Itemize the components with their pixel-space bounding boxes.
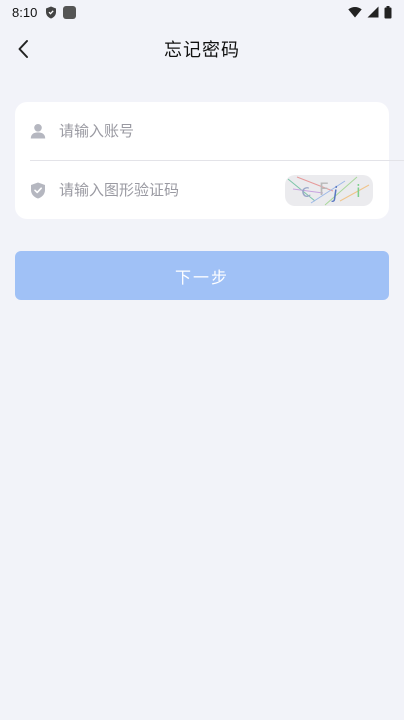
cell-signal-icon	[367, 6, 379, 18]
account-input[interactable]	[59, 116, 279, 146]
app-notification-icon	[63, 5, 77, 19]
status-time: 8:10	[12, 4, 38, 20]
shield-notification-icon	[46, 6, 57, 18]
status-notification-icons	[45, 5, 77, 19]
captcha-row: c F j i	[15, 161, 389, 219]
battery-icon	[384, 5, 392, 18]
user-icon	[29, 122, 47, 140]
captcha-input[interactable]	[59, 175, 279, 205]
status-system-icons	[348, 5, 392, 19]
wifi-icon	[348, 7, 362, 18]
back-button[interactable]	[6, 32, 40, 66]
captcha-char: F	[319, 180, 329, 200]
captcha-char: c	[299, 181, 312, 203]
form-card: c F j i	[15, 102, 404, 219]
status-bar: 8:10	[0, 0, 404, 24]
account-row	[15, 102, 389, 160]
captcha-char: i	[356, 182, 361, 202]
shield-check-icon	[29, 181, 47, 199]
next-button[interactable]: 下一步	[15, 251, 389, 300]
page-title: 忘记密码	[164, 40, 240, 61]
nav-header: 忘记密码	[0, 24, 404, 74]
chevron-left-icon	[18, 40, 28, 58]
captcha-image[interactable]: c F j i	[285, 175, 373, 206]
